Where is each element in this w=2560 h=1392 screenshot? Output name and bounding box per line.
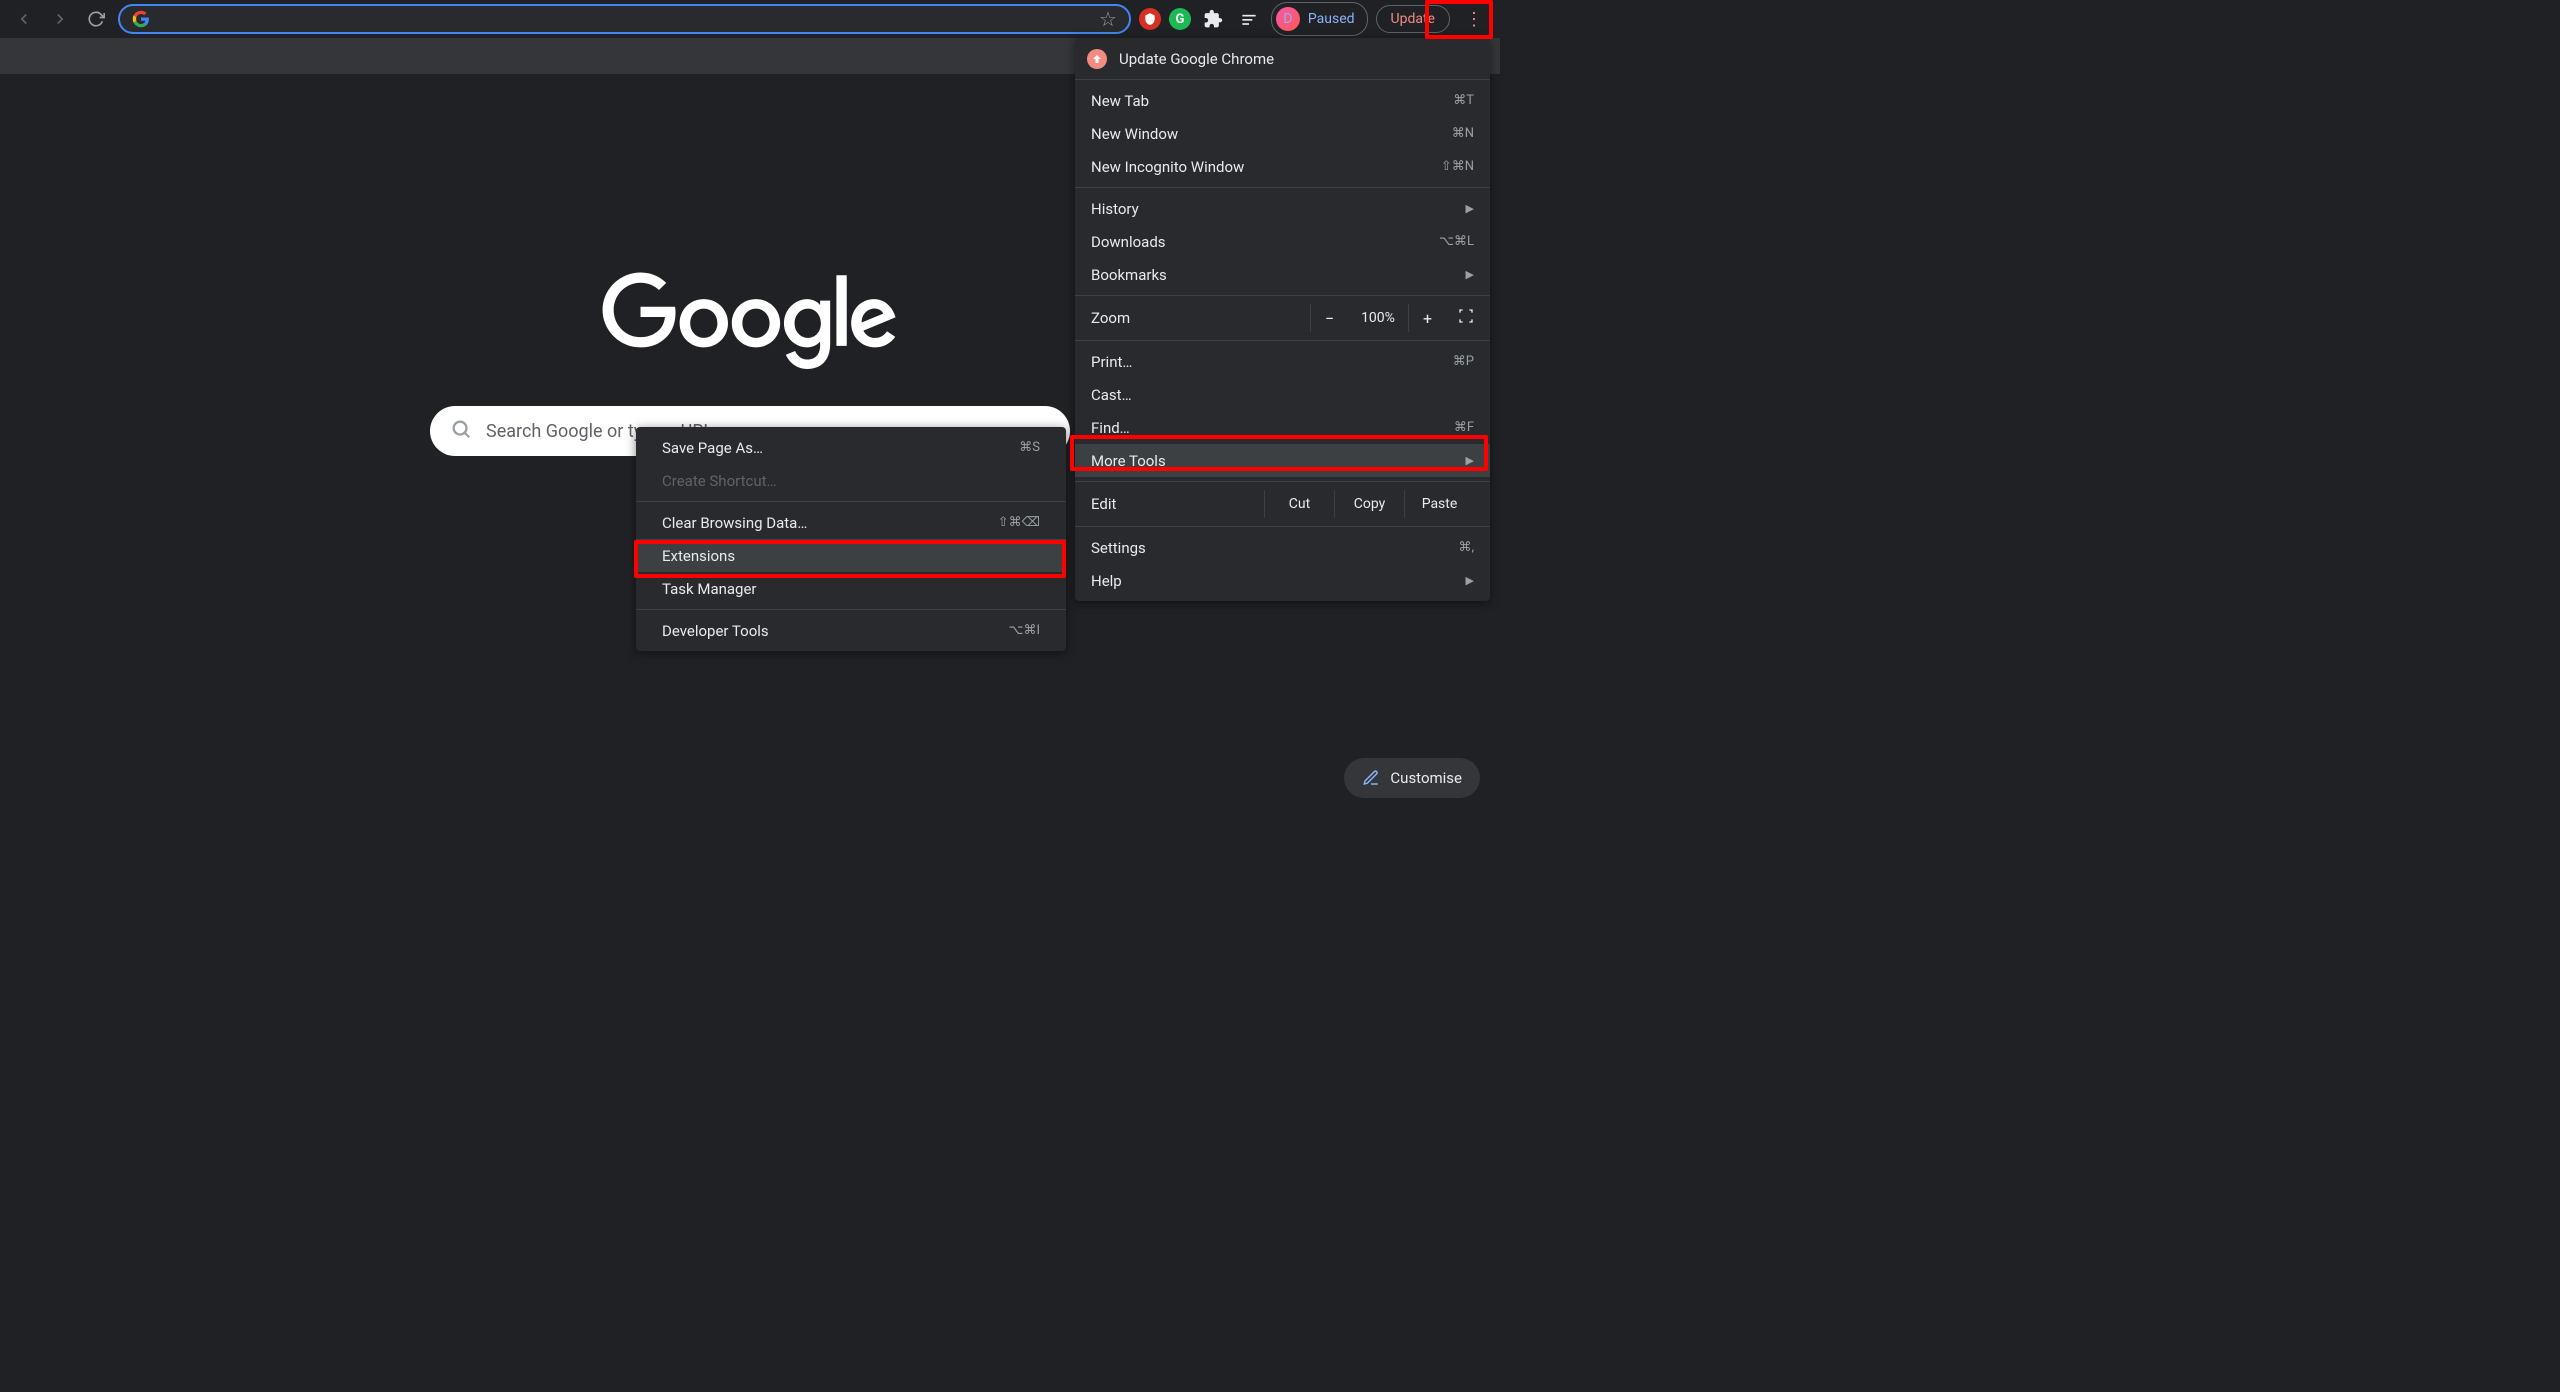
submenu-create-shortcut: Create Shortcut… <box>636 464 1066 497</box>
grammarly-extension-icon[interactable]: G <box>1169 8 1191 30</box>
menu-separator <box>1075 526 1490 527</box>
search-icon <box>450 418 472 444</box>
menu-settings[interactable]: Settings⌘, <box>1075 531 1490 564</box>
menu-separator <box>1075 481 1490 482</box>
fullscreen-button[interactable] <box>1458 308 1474 328</box>
chrome-menu-button[interactable]: ⋮ <box>1458 4 1490 34</box>
menu-new-window[interactable]: New Window⌘N <box>1075 117 1490 150</box>
google-logo-icon <box>595 272 905 376</box>
edit-copy-button[interactable]: Copy <box>1334 490 1404 518</box>
submenu-task-manager[interactable]: Task Manager <box>636 572 1066 605</box>
omnibox-input[interactable] <box>160 11 1089 27</box>
forward-button[interactable] <box>46 5 74 33</box>
menu-incognito[interactable]: New Incognito Window⇧⌘N <box>1075 150 1490 183</box>
adblock-extension-icon[interactable] <box>1139 8 1161 30</box>
media-control-icon[interactable] <box>1235 5 1263 33</box>
customise-button[interactable]: Customise <box>1344 758 1480 798</box>
extensions-puzzle-icon[interactable] <box>1199 5 1227 33</box>
chevron-right-icon: ▶ <box>1466 454 1474 467</box>
menu-update-chrome[interactable]: Update Google Chrome <box>1075 42 1490 75</box>
zoom-value: 100% <box>1348 310 1408 326</box>
menu-separator <box>636 501 1066 502</box>
menu-more-tools[interactable]: More Tools▶ <box>1075 444 1490 477</box>
menu-help[interactable]: Help▶ <box>1075 564 1490 597</box>
menu-separator <box>1075 295 1490 296</box>
menu-history[interactable]: History▶ <box>1075 192 1490 225</box>
more-tools-submenu: Save Page As…⌘S Create Shortcut… Clear B… <box>636 427 1066 651</box>
menu-print[interactable]: Print…⌘P <box>1075 345 1490 378</box>
edit-cut-button[interactable]: Cut <box>1264 490 1334 518</box>
address-bar[interactable]: ☆ <box>118 4 1131 34</box>
reload-button[interactable] <box>82 5 110 33</box>
google-favicon-icon <box>132 10 150 28</box>
back-button[interactable] <box>10 5 38 33</box>
chevron-right-icon: ▶ <box>1466 202 1474 215</box>
menu-separator <box>1075 187 1490 188</box>
avatar: D <box>1276 7 1300 31</box>
menu-separator <box>1075 79 1490 80</box>
chevron-right-icon: ▶ <box>1466 268 1474 281</box>
menu-separator <box>1075 340 1490 341</box>
customise-label: Customise <box>1390 769 1462 787</box>
submenu-dev-tools[interactable]: Developer Tools⌥⌘I <box>636 614 1066 647</box>
update-button[interactable]: Update <box>1376 5 1450 33</box>
edit-paste-button[interactable]: Paste <box>1404 490 1474 518</box>
submenu-extensions[interactable]: Extensions <box>636 539 1066 572</box>
bookmark-star-icon[interactable]: ☆ <box>1099 7 1117 31</box>
submenu-save-page[interactable]: Save Page As…⌘S <box>636 431 1066 464</box>
menu-separator <box>636 609 1066 610</box>
chevron-right-icon: ▶ <box>1466 574 1474 587</box>
update-alert-icon <box>1087 49 1107 69</box>
menu-new-tab[interactable]: New Tab⌘T <box>1075 84 1490 117</box>
menu-bookmarks[interactable]: Bookmarks▶ <box>1075 258 1490 291</box>
menu-downloads[interactable]: Downloads⌥⌘L <box>1075 225 1490 258</box>
submenu-clear-data[interactable]: Clear Browsing Data…⇧⌘⌫ <box>636 506 1066 539</box>
menu-edit-row: Edit Cut Copy Paste <box>1075 486 1490 522</box>
browser-toolbar: ☆ G D Paused Update ⋮ <box>0 0 1500 38</box>
chrome-main-menu: Update Google Chrome New Tab⌘T New Windo… <box>1075 38 1490 601</box>
menu-cast[interactable]: Cast… <box>1075 378 1490 411</box>
zoom-in-button[interactable]: + <box>1408 304 1446 332</box>
menu-zoom-row: Zoom − 100% + <box>1075 300 1490 336</box>
paused-label: Paused <box>1308 11 1355 27</box>
zoom-out-button[interactable]: − <box>1310 304 1348 332</box>
profile-chip[interactable]: D Paused <box>1271 2 1368 36</box>
menu-find[interactable]: Find…⌘F <box>1075 411 1490 444</box>
